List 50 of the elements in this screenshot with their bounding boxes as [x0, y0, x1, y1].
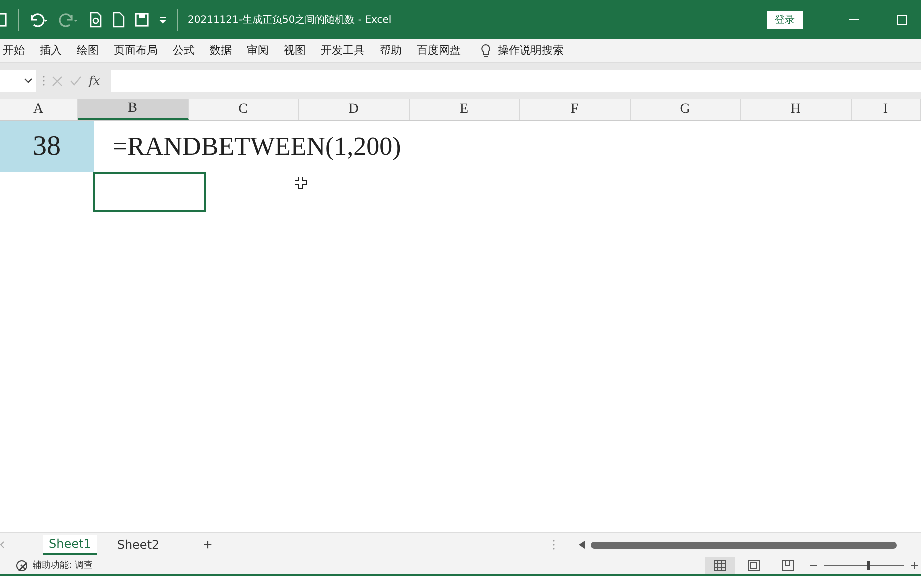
customize-caret-icon[interactable] [159, 16, 167, 24]
new-document-icon[interactable] [113, 12, 125, 28]
ribbon-tab[interactable]: 绘图 [77, 43, 99, 58]
zoom-slider-thumb[interactable] [867, 561, 870, 570]
tell-me-search[interactable]: 操作说明搜索 [498, 43, 564, 58]
column-header[interactable]: E [410, 99, 520, 120]
table-cell-text: =RANDBETWEEN(1,200) [112, 132, 402, 162]
add-sheet-button[interactable]: + [204, 536, 212, 554]
insert-function-button[interactable]: fx [89, 74, 100, 88]
sheet-tab[interactable]: Sheet1 [43, 535, 98, 555]
page-layout-icon [748, 560, 760, 571]
enter-check-icon[interactable] [70, 76, 82, 86]
ribbon-tab[interactable]: 视图 [284, 43, 306, 58]
ribbon-tab[interactable]: 开始 [3, 43, 25, 58]
column-header[interactable]: C [188, 99, 299, 120]
column-header[interactable]: H [741, 99, 852, 120]
column-header[interactable]: I [852, 99, 921, 120]
scroll-left-arrow-icon[interactable] [579, 541, 585, 549]
ribbon-tab[interactable]: 审阅 [247, 43, 269, 58]
maximize-icon[interactable] [897, 14, 907, 24]
minimize-icon[interactable] [849, 18, 859, 20]
cross-cursor-icon [295, 177, 307, 189]
save-icon[interactable] [135, 12, 149, 26]
ribbon-tab[interactable]: 帮助 [380, 43, 402, 58]
ribbon-tab[interactable]: 插入 [40, 43, 62, 58]
column-header[interactable]: D [299, 99, 410, 120]
ribbon-tab[interactable]: 百度网盘 [417, 43, 461, 58]
redo-icon[interactable] [59, 12, 79, 26]
sign-in-button[interactable]: 登录 [767, 10, 803, 28]
column-header[interactable]: F [520, 99, 630, 120]
ribbon-tab[interactable]: 开发工具 [321, 43, 365, 58]
dropdown-caret-icon[interactable] [24, 78, 33, 84]
ribbon-tab[interactable]: 公式 [173, 43, 195, 58]
horizontal-scrollbar-thumb[interactable] [591, 542, 897, 548]
window-title: 20211121-生成正负50之间的随机数 - Excel [188, 14, 392, 26]
undo-icon[interactable] [29, 12, 49, 26]
column-header[interactable]: G [630, 99, 741, 120]
ribbon-tab[interactable]: 页面布局 [114, 43, 158, 58]
column-header[interactable]: B [78, 99, 188, 120]
ribbon-tab[interactable]: 数据 [210, 43, 232, 58]
print-preview-icon[interactable] [89, 12, 103, 28]
accessibility-icon [16, 560, 29, 572]
lightbulb-icon [481, 44, 491, 58]
selected-cell[interactable] [93, 172, 206, 212]
zoom-in-icon[interactable] [908, 562, 921, 569]
page-break-icon [782, 560, 794, 571]
sheet-tab[interactable]: Sheet2 [111, 536, 166, 554]
table-cell: 38 [0, 121, 94, 172]
accessibility-status[interactable]: 辅助功能: 调查 [33, 559, 93, 572]
normal-view-button[interactable] [705, 557, 735, 574]
